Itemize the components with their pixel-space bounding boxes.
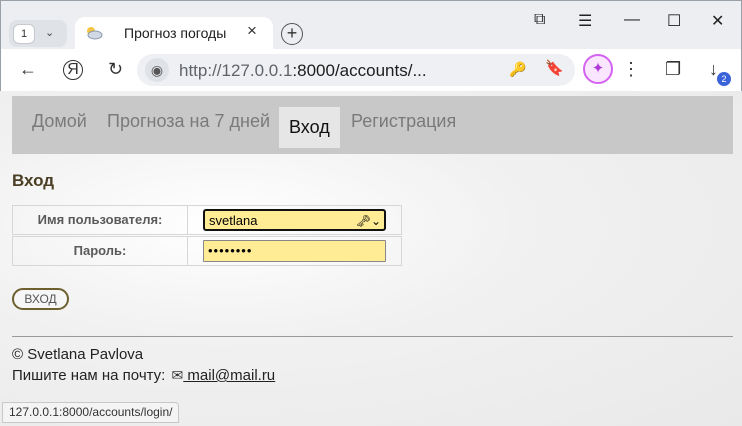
email-link[interactable]: mail@mail.ru: [183, 367, 275, 384]
footer-copyright: © Svetlana Pavlova: [12, 346, 144, 363]
contact-prefix: Пишите нам на почту:: [12, 367, 166, 384]
site-info-icon[interactable]: ◉: [145, 58, 169, 82]
url-path: :8000/accounts/...: [292, 61, 427, 80]
downloads-badge: 2: [717, 72, 731, 86]
password-row: Пароль: ••••••••: [12, 236, 402, 266]
new-tab-button[interactable]: +: [281, 23, 303, 45]
username-label: Имя пользователя:: [13, 206, 188, 234]
nav-home-link[interactable]: Домой: [32, 111, 87, 151]
tab-title: Прогноз погоды: [124, 25, 227, 41]
close-tab-icon[interactable]: ×: [247, 21, 257, 41]
password-value: ••••••••: [208, 243, 253, 258]
menu-icon[interactable]: ☰: [578, 11, 592, 31]
url-host: http://127.0.0.1: [179, 61, 293, 80]
more-options-icon[interactable]: ⋮: [622, 59, 640, 80]
nav-register-link[interactable]: Регистрация: [351, 111, 456, 151]
alice-assistant-icon[interactable]: ✦: [583, 54, 613, 84]
reload-icon[interactable]: ↻: [108, 59, 123, 80]
tab-weather[interactable]: Прогноз погоды ×: [75, 17, 273, 49]
envelope-icon: ✉: [171, 367, 184, 383]
username-input[interactable]: svetlana 🗝⌄: [203, 209, 386, 231]
tab-counter-button[interactable]: 1 ⌄: [9, 20, 67, 47]
close-window-icon[interactable]: ✕: [711, 11, 724, 31]
status-bar-url: 127.0.0.1:8000/accounts/login/: [2, 402, 180, 423]
login-submit-button[interactable]: ВХОД: [12, 288, 69, 310]
login-heading: Вход: [12, 171, 55, 190]
chevron-down-icon: ⌄: [45, 27, 55, 39]
url-text: http://127.0.0.1:8000/accounts/...: [179, 61, 427, 81]
minimize-icon[interactable]: —: [624, 11, 640, 29]
tab-count: 1: [13, 24, 35, 44]
footer-divider: [12, 336, 733, 337]
password-label: Пароль:: [13, 237, 188, 265]
back-arrow-icon[interactable]: ←: [19, 59, 37, 80]
tab-bar: 1 ⌄ Прогноз погоды × + ⧉ ☰ — ☐ ✕: [1, 1, 741, 49]
web-page: Домой Прогноза на 7 дней Вход Регистраци…: [0, 91, 742, 426]
address-bar[interactable]: ◉ http://127.0.0.1:8000/accounts/... 🔑 🔖: [137, 54, 575, 86]
weather-favicon-icon: [87, 27, 103, 40]
bookmark-icon[interactable]: 🔖: [545, 59, 564, 77]
yandex-icon[interactable]: Я: [63, 60, 83, 80]
username-value: svetlana: [209, 213, 258, 228]
browser-toolbar: ← Я ↻ ◉ http://127.0.0.1:8000/accounts/.…: [1, 49, 741, 91]
site-nav: Домой Прогноза на 7 дней Вход Регистраци…: [12, 96, 733, 154]
password-key-icon[interactable]: 🔑: [509, 61, 526, 78]
username-row: Имя пользователя: svetlana 🗝⌄: [12, 205, 402, 235]
nav-forecast-link[interactable]: Прогноза на 7 дней: [107, 111, 270, 151]
password-input[interactable]: ••••••••: [203, 240, 386, 262]
maximize-icon[interactable]: ☐: [667, 11, 681, 31]
autofill-key-icon[interactable]: 🗝⌄: [356, 211, 381, 231]
footer-contact: Пишите нам на почту: ✉ mail@mail.ru: [12, 367, 275, 384]
bookmarks-panel-icon[interactable]: ⧉: [534, 11, 545, 29]
collections-icon[interactable]: ❐: [665, 59, 681, 80]
nav-login-link[interactable]: Вход: [279, 107, 340, 148]
browser-chrome: 1 ⌄ Прогноз погоды × + ⧉ ☰ — ☐ ✕ ← Я ↻ ◉…: [0, 0, 742, 91]
